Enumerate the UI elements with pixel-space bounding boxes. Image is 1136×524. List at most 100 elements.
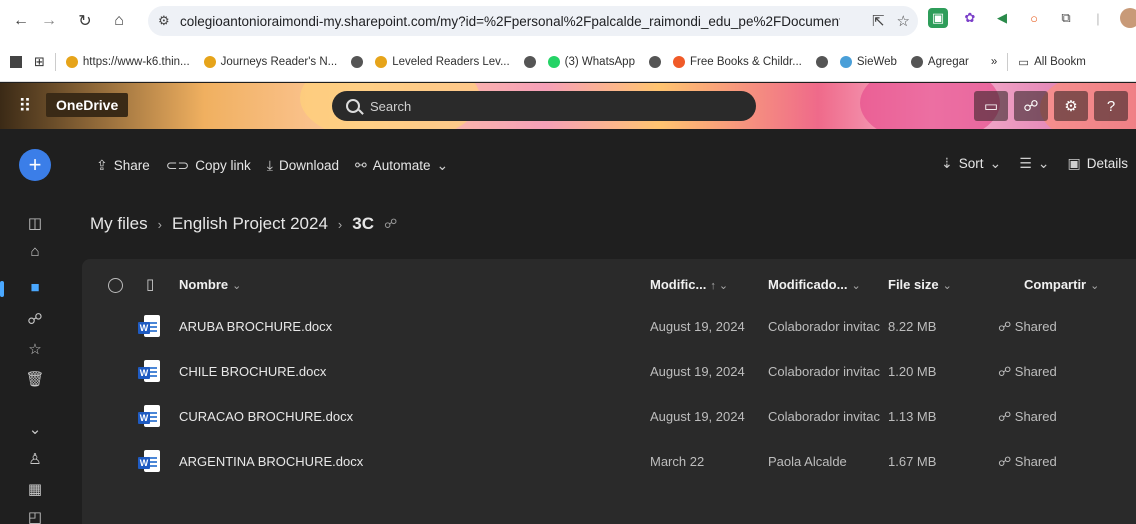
sharing-status[interactable]: ☍ Shared (998, 364, 1057, 380)
all-bookmarks-folder[interactable]: ▭ All Bookm (1018, 55, 1086, 69)
copy-link-button[interactable]: ⊂⊃ Copy link (166, 157, 251, 174)
bookmark-item[interactable] (351, 55, 364, 68)
bookmark-favicon-icon (648, 55, 661, 68)
bookmark-favicon-icon (839, 55, 852, 68)
bookmark-label: (3) WhatsApp (564, 55, 635, 68)
bookmark-favicon-icon (672, 55, 685, 68)
sharing-status[interactable]: ☍ Shared (998, 409, 1057, 425)
file-type-icon[interactable]: ▯ (146, 275, 154, 293)
file-name[interactable]: ARGENTINA BROCHURE.docx (179, 454, 363, 469)
create-new-button[interactable]: + (19, 149, 51, 181)
extension-ring-icon[interactable]: ○ (1024, 8, 1044, 28)
table-row[interactable]: W CURACAO BROCHURE.docx August 19, 2024 Col… (82, 395, 1136, 439)
monitor-icon[interactable]: ▭ (974, 91, 1008, 121)
home-icon[interactable]: ⌂ (22, 239, 48, 263)
column-header-modified-by[interactable]: Modificado... ⌄ (768, 277, 861, 292)
calendar-icon[interactable]: ▦ (22, 477, 48, 501)
bookmark-item[interactable] (815, 55, 828, 68)
photos-icon[interactable]: ◰ (22, 505, 48, 524)
sharing-status[interactable]: ☍ Shared (998, 454, 1057, 470)
download-icon: ⤓ (266, 156, 273, 173)
breadcrumb-root[interactable]: My files (90, 214, 148, 234)
back-arrow-icon[interactable]: ← (8, 8, 34, 34)
bookmarks-bar: ⊞ https://www-k6.thin... Journeys Reader'… (0, 42, 1136, 82)
share-label: Share (113, 157, 150, 173)
breadcrumb-parent[interactable]: English Project 2024 (172, 214, 328, 234)
automate-button[interactable]: ⚯ Automate ⌄ (355, 157, 448, 174)
bookmark-label: SieWeb (856, 55, 897, 68)
extensions-puzzle-icon[interactable]: ⧉ (1056, 8, 1076, 28)
tab-square-icon[interactable] (10, 55, 22, 68)
file-name[interactable]: CURACAO BROCHURE.docx (179, 409, 353, 424)
more-bookmarks-chevron[interactable]: » (991, 56, 997, 68)
table-row[interactable]: W ARUBA BROCHURE.docx August 19, 2024 Colab… (82, 305, 1136, 349)
column-header-sharing[interactable]: Compartir ⌄ (1024, 277, 1099, 292)
folder-icon[interactable]: ■ (22, 275, 48, 299)
column-header-modified[interactable]: Modific... ↑ ⌄ (650, 277, 728, 292)
select-all-radio[interactable] (108, 278, 123, 293)
bookmark-item[interactable]: Free Books & Childr... (672, 55, 802, 68)
extension-brain-icon[interactable]: ✿ (960, 8, 980, 28)
file-size: 1.67 MB (888, 454, 937, 469)
search-input[interactable]: Search (332, 91, 756, 121)
recycle-bin-icon[interactable]: 🗑 (22, 367, 48, 391)
bookmarks-divider (54, 52, 56, 71)
bookmark-item[interactable]: SieWeb (839, 55, 897, 68)
app-brand[interactable]: OneDrive (46, 93, 129, 117)
bookmark-item[interactable]: Leveled Readers Lev... (375, 55, 510, 68)
person-icon[interactable]: ♙ (22, 447, 48, 471)
sort-label: Sort (958, 156, 984, 171)
bookmark-favicon-icon (351, 55, 364, 68)
sort-button[interactable]: ⇣ Sort ⌄ (941, 155, 1001, 172)
address-bar[interactable]: ⚙ colegioantonioraimondi-my.sharepoint.c… (148, 6, 918, 36)
table-row[interactable]: W CHILE BROCHURE.docx August 19, 2024 Colab… (82, 350, 1136, 394)
open-in-app-icon[interactable]: ⇱ (872, 12, 885, 30)
collapse-pane-icon[interactable]: ◫ (22, 211, 48, 235)
home-icon[interactable]: ⌂ (106, 8, 132, 34)
file-modified-by: Colaborador invitac (768, 409, 881, 424)
chevron-down-icon[interactable]: ⌄ (22, 417, 48, 441)
chevron-down-icon: ⌄ (1037, 155, 1050, 171)
extension-megaphone-icon[interactable]: ◀ (992, 8, 1012, 28)
shared-people-icon: ☍ (998, 319, 1015, 334)
url-text: colegioantonioraimondi-my.sharepoint.com… (180, 13, 840, 29)
left-rail: + ◫ ⌂ ■ ☍ ☆ 🗑 ⌄ ♙ ▦ ◰ (0, 129, 72, 524)
bookmark-star-icon[interactable]: ☆ (897, 12, 910, 30)
share-button[interactable]: ⇪ Share (96, 157, 150, 174)
view-options-button[interactable]: ☰ ⌄ (1019, 155, 1049, 172)
extension-icon[interactable]: ▣ (928, 8, 948, 28)
bookmark-item[interactable]: Agregar (910, 55, 969, 68)
site-info-icon[interactable]: ⚙ (158, 13, 180, 29)
search-icon (346, 99, 360, 113)
bookmark-item[interactable]: (3) WhatsApp (547, 55, 635, 68)
bookmark-item[interactable]: Journeys Reader's N... (203, 55, 337, 68)
list-view-icon: ☰ (1019, 155, 1032, 171)
bookmark-item[interactable]: https://www-k6.thin... (65, 55, 190, 68)
shared-people-icon[interactable]: ☍ (22, 307, 48, 331)
bookmark-item[interactable] (648, 55, 661, 68)
profile-avatar[interactable] (1120, 8, 1136, 28)
column-header-name[interactable]: Nombre ⌄ (179, 277, 241, 292)
reload-icon[interactable]: ↻ (72, 8, 98, 34)
column-header-file-size[interactable]: File size ⌄ (888, 277, 952, 292)
people-icon[interactable]: ☍ (1014, 91, 1048, 121)
forward-arrow-icon[interactable]: → (36, 8, 62, 34)
file-modified-by: Paola Alcalde (768, 454, 847, 469)
favorites-star-icon[interactable]: ☆ (22, 337, 48, 361)
bookmark-item[interactable] (523, 55, 536, 68)
bookmark-label: Free Books & Childr... (689, 55, 802, 68)
details-button[interactable]: ▣ Details (1068, 155, 1129, 172)
bookmark-favicon-icon (375, 55, 388, 68)
file-name[interactable]: CHILE BROCHURE.docx (179, 364, 326, 379)
bookmark-favicon-icon (547, 55, 560, 68)
file-name[interactable]: ARUBA BROCHURE.docx (179, 319, 332, 334)
sharing-status[interactable]: ☍ Shared (998, 319, 1057, 335)
apps-grid-icon[interactable]: ⊞ (34, 54, 45, 70)
table-row[interactable]: W ARGENTINA BROCHURE.docx March 22 Paola Al… (82, 440, 1136, 484)
settings-gear-icon[interactable]: ⚙ (1054, 91, 1088, 121)
help-icon[interactable]: ? (1094, 91, 1128, 121)
app-launcher-icon[interactable]: ⠿ (10, 91, 40, 121)
shared-people-icon: ☍ (383, 216, 398, 231)
file-modified-by: Colaborador invitac (768, 319, 881, 334)
download-button[interactable]: ⤓ Download (267, 157, 339, 174)
